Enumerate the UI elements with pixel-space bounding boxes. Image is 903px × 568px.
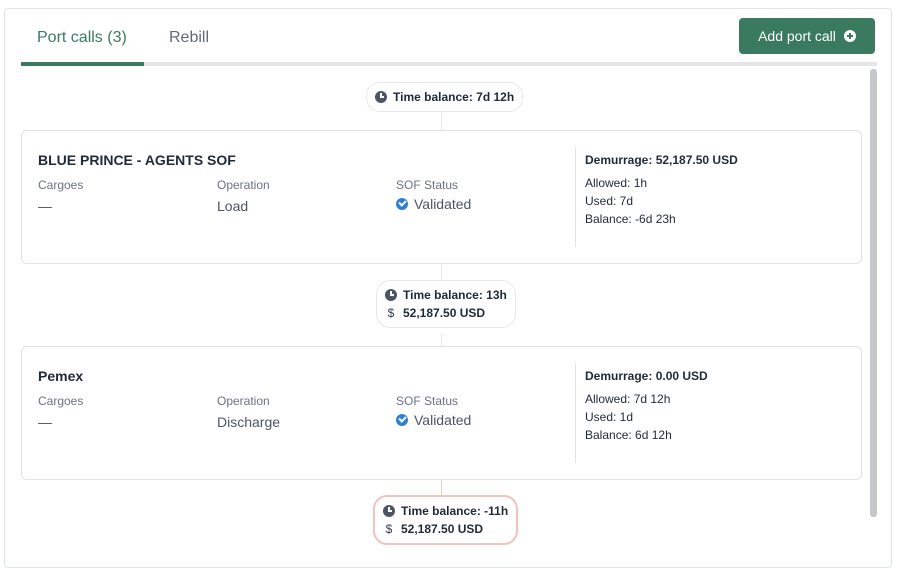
demurrage-amount: Demurrage: 52,187.50 USD <box>585 153 738 167</box>
check-badge-icon <box>396 414 408 426</box>
sof-status-text: Validated <box>414 196 472 212</box>
add-port-call-label: Add port call <box>758 28 836 44</box>
tab-bar-rule <box>21 62 877 66</box>
sof-status-value: Validated <box>396 196 471 212</box>
demurrage-amount: Demurrage: 0.00 USD <box>585 369 708 383</box>
time-balance-pill: Time balance: 13h $ 52,187.50 USD <box>376 280 516 328</box>
clock-icon <box>375 91 387 103</box>
clock-icon <box>385 289 397 301</box>
port-call-title: BLUE PRINCE - AGENTS SOF <box>38 152 236 168</box>
balance-amount-text: 52,187.50 USD <box>401 522 484 536</box>
allowed-time: Allowed: 7d 12h <box>585 392 671 406</box>
sof-status-text: Validated <box>414 412 472 428</box>
sof-status-label: SOF Status <box>396 394 459 408</box>
operation-label: Operation <box>217 394 270 408</box>
port-calls-panel: Port calls (3) Rebill Add port call Time… <box>4 8 892 568</box>
demurrage-summary: Demurrage: 52,187.50 USD Allowed: 1h Use… <box>585 153 738 230</box>
plus-circle-icon <box>843 30 856 42</box>
active-tab-indicator <box>21 62 144 66</box>
dollar-icon: $ <box>387 306 395 320</box>
operation-value: Discharge <box>217 414 281 430</box>
port-calls-list[interactable]: Time balance: 7d 12h BLUE PRINCE - AGENT… <box>21 69 877 559</box>
cargoes-value: — <box>38 414 52 430</box>
tab-rebill[interactable]: Rebill <box>169 29 209 47</box>
cargoes-label: Cargoes <box>38 394 84 408</box>
balance-time: Balance: -6d 23h <box>585 212 676 226</box>
clock-icon <box>383 505 395 517</box>
port-call-card[interactable]: BLUE PRINCE - AGENTS SOF Cargoes — Opera… <box>21 130 862 264</box>
allowed-time: Allowed: 1h <box>585 176 648 190</box>
time-balance-pill: Time balance: 7d 12h <box>366 82 524 112</box>
dollar-icon: $ <box>385 522 393 536</box>
sof-status-label: SOF Status <box>396 178 459 192</box>
time-balance-text: Time balance: 13h <box>403 288 507 302</box>
add-port-call-button[interactable]: Add port call <box>739 18 875 54</box>
scrollbar[interactable] <box>870 69 877 517</box>
scrollbar-thumb[interactable] <box>870 69 877 517</box>
card-divider <box>575 363 576 463</box>
operation-value: Load <box>217 198 249 214</box>
sof-status-value: Validated <box>396 412 471 428</box>
demurrage-summary: Demurrage: 0.00 USD Allowed: 7d 12h Used… <box>585 369 708 446</box>
port-call-title: Pemex <box>38 368 84 384</box>
cargoes-label: Cargoes <box>38 178 84 192</box>
check-badge-icon <box>396 198 408 210</box>
time-balance-pill-negative: Time balance: -11h $ 52,187.50 USD <box>373 495 519 545</box>
used-time: Used: 1d <box>585 410 634 424</box>
used-time: Used: 7d <box>585 194 634 208</box>
balance-time: Balance: 6d 12h <box>585 428 672 442</box>
operation-label: Operation <box>217 178 270 192</box>
tab-port-calls[interactable]: Port calls (3) <box>37 29 127 47</box>
time-balance-text: Time balance: 7d 12h <box>393 90 515 104</box>
cargoes-value: — <box>38 198 52 214</box>
card-divider <box>575 147 576 247</box>
port-call-card[interactable]: Pemex Cargoes — Operation Discharge SOF … <box>21 346 862 480</box>
balance-amount-text: 52,187.50 USD <box>403 306 486 320</box>
time-balance-text: Time balance: -11h <box>401 504 509 518</box>
